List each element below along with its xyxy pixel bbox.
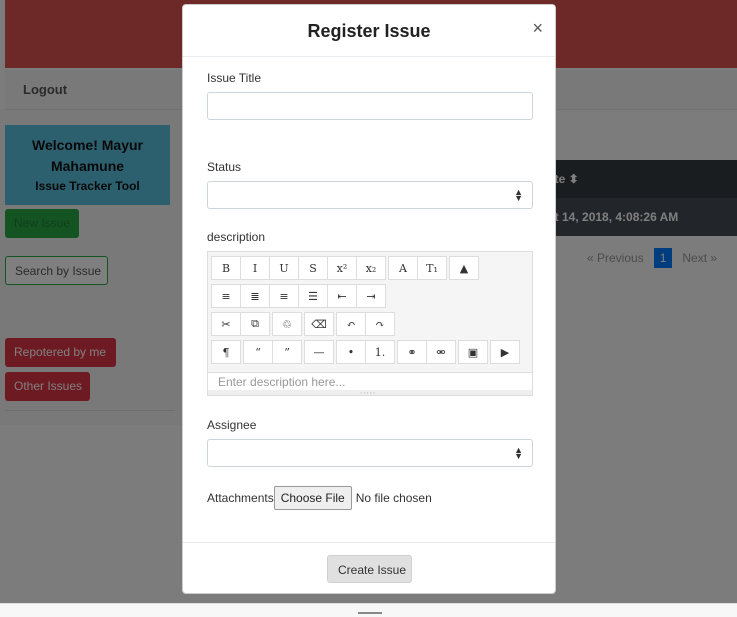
toolbar-group: ↶ ↷ bbox=[336, 312, 395, 336]
toolbar-group: ▣ bbox=[458, 340, 488, 364]
cut-icon[interactable]: ✂ bbox=[211, 312, 241, 336]
outdent-icon[interactable]: ⇤ bbox=[327, 284, 357, 308]
assignee-label: Assignee bbox=[207, 418, 257, 432]
assignee-select[interactable]: ▲ ▼ bbox=[207, 439, 533, 467]
align-left-icon[interactable]: ≡ bbox=[211, 284, 241, 308]
attachments-label: Attachments bbox=[207, 491, 274, 505]
description-label: description bbox=[207, 230, 266, 244]
align-center-icon[interactable]: ≣ bbox=[240, 284, 270, 308]
toolbar-group: ▲ bbox=[449, 256, 479, 280]
clear-format-icon[interactable]: ⌫ bbox=[304, 312, 334, 336]
strikethrough-icon[interactable]: S bbox=[298, 256, 328, 280]
italic-icon[interactable]: I bbox=[240, 256, 270, 280]
attachments-row: Attachments Choose File No file chosen bbox=[207, 486, 432, 510]
eraser-icon[interactable]: ▲ bbox=[449, 256, 479, 280]
choose-file-button[interactable]: Choose File bbox=[273, 486, 352, 510]
link-icon[interactable]: ⚭ bbox=[397, 340, 427, 364]
subscript-icon[interactable]: x₂ bbox=[356, 256, 386, 280]
select-caret-icon: ▲ ▼ bbox=[514, 445, 523, 461]
description-editor: B I U Sx² x₂ A T₁ ▲ ≡ ≣ ≡ ☰ ⇤ ⇥ ✂ ⧉ ♲ ⌫ ↶ ↷ ¶ “” — • 1. ⚭ ⚮ ▣ ▶ Ente… bbox=[207, 251, 533, 397]
close-icon[interactable]: × bbox=[532, 18, 543, 39]
font-color-icon[interactable]: A bbox=[388, 256, 418, 280]
editor-resize-handle[interactable]: ∙∙∙∙∙ bbox=[208, 388, 532, 397]
redo-icon[interactable]: ↷ bbox=[365, 312, 395, 336]
toolbar-group: ▶ bbox=[490, 340, 520, 364]
toolbar-group: ⚭ ⚮ bbox=[397, 340, 456, 364]
toolbar-row: ✂ ⧉ ♲ ⌫ ↶ ↷ bbox=[211, 312, 397, 336]
superscript-icon[interactable]: x² bbox=[327, 256, 357, 280]
toolbar-group: “” bbox=[243, 340, 302, 364]
paste-icon[interactable]: ♲ bbox=[272, 312, 302, 336]
toolbar-group: — bbox=[304, 340, 334, 364]
status-label: Status bbox=[207, 160, 242, 174]
toolbar-row: B I U Sx² x₂ A T₁ ▲ bbox=[211, 256, 481, 280]
toolbar-group: ¶ bbox=[211, 340, 241, 364]
bullet-list-icon[interactable]: • bbox=[336, 340, 366, 364]
no-file-text: No file chosen bbox=[355, 491, 432, 505]
modal-title: Register Issue bbox=[307, 21, 431, 41]
paragraph-icon[interactable]: ¶ bbox=[211, 340, 241, 364]
modal-header: Register Issue × bbox=[183, 5, 555, 57]
undo-icon[interactable]: ↶ bbox=[336, 312, 366, 336]
toolbar-group: ≡ ≣ ≡ ☰ ⇤ ⇥ bbox=[211, 284, 386, 308]
resize-grip[interactable] bbox=[358, 612, 382, 614]
issue-title-input[interactable] bbox=[207, 92, 533, 120]
copy-icon[interactable]: ⧉ bbox=[240, 312, 270, 336]
toolbar-group: A T₁ bbox=[388, 256, 447, 280]
font-size-icon[interactable]: T₁ bbox=[417, 256, 447, 280]
create-issue-button[interactable]: Create Issue bbox=[327, 555, 412, 583]
horizontal-rule-icon[interactable]: — bbox=[304, 340, 334, 364]
toolbar-group: B I U Sx² x₂ bbox=[211, 256, 386, 280]
toolbar-row: ¶ “” — • 1. ⚭ ⚮ ▣ ▶ bbox=[211, 340, 522, 364]
toolbar-group: • 1. bbox=[336, 340, 395, 364]
blockquote-open-icon[interactable]: “ bbox=[243, 340, 273, 364]
unlink-icon[interactable]: ⚮ bbox=[426, 340, 456, 364]
issue-title-label: Issue Title bbox=[207, 71, 262, 85]
toolbar-row: ≡ ≣ ≡ ☰ ⇤ ⇥ bbox=[211, 284, 388, 308]
underline-icon[interactable]: U bbox=[269, 256, 299, 280]
modal-footer-divider bbox=[183, 542, 555, 543]
register-issue-modal: Register Issue × Issue Title Status ▲ ▼ d… bbox=[182, 4, 556, 594]
toolbar-group: ⌫ bbox=[304, 312, 334, 336]
status-select[interactable]: ▲ ▼ bbox=[207, 181, 533, 209]
bold-icon[interactable]: B bbox=[211, 256, 241, 280]
toolbar-group: ✂ ⧉ bbox=[211, 312, 270, 336]
select-caret-icon: ▲ ▼ bbox=[514, 187, 523, 203]
align-right-icon[interactable]: ≡ bbox=[269, 284, 299, 308]
toolbar-group: ♲ bbox=[272, 312, 302, 336]
image-icon[interactable]: ▣ bbox=[458, 340, 488, 364]
blockquote-close-icon[interactable]: ” bbox=[272, 340, 302, 364]
indent-icon[interactable]: ⇥ bbox=[356, 284, 386, 308]
numbered-list-icon[interactable]: 1. bbox=[365, 340, 395, 364]
bottom-bar bbox=[0, 603, 737, 617]
justify-icon[interactable]: ☰ bbox=[298, 284, 328, 308]
video-icon[interactable]: ▶ bbox=[490, 340, 520, 364]
